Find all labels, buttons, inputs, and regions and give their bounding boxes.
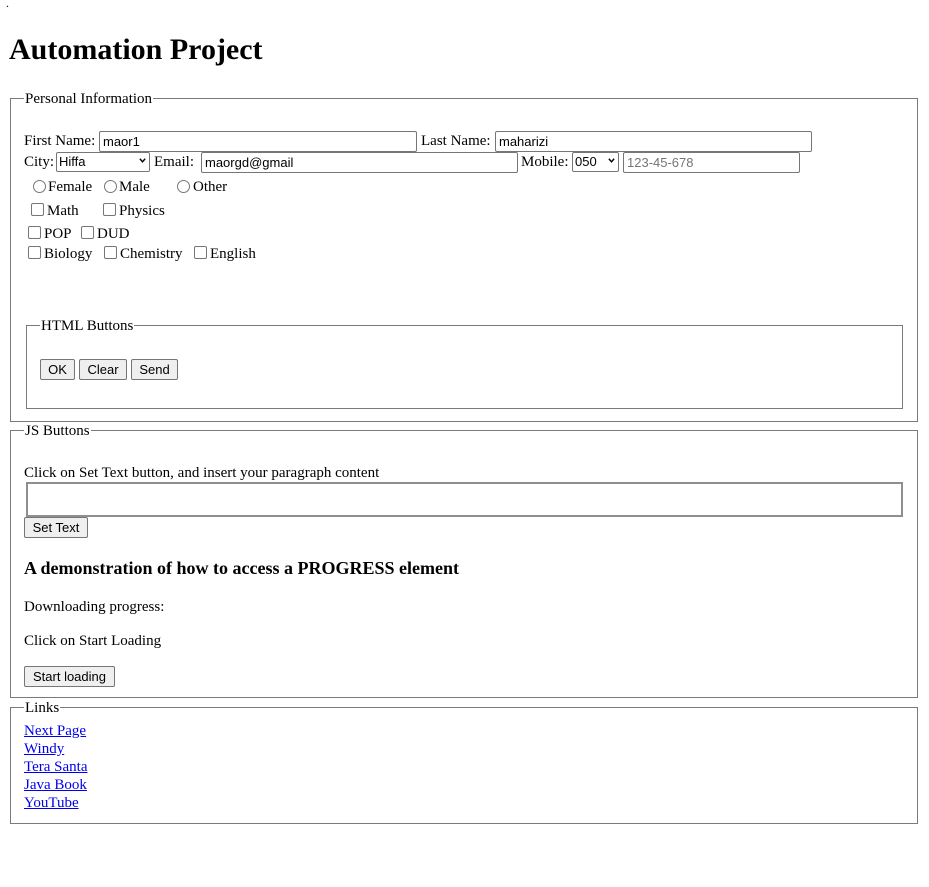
start-loading-hint: Click on Start Loading [24,633,162,649]
personal-information-legend: Personal Information [24,91,154,107]
english-label: English [210,246,256,262]
mobile-prefix-select[interactable]: 050 [572,152,619,172]
gender-other-label: Other [193,179,228,195]
pop-checkbox[interactable] [28,226,41,239]
city-selected-value: Hiffa [59,154,86,169]
paragraph-content-box[interactable] [26,482,903,517]
links-legend: Links [24,700,61,716]
top-marker: . [6,0,9,10]
link-java-book[interactable]: Java Book [24,776,87,794]
chevron-down-icon [608,158,615,163]
set-text-instruction: Click on Set Text button, and insert you… [24,465,380,481]
math-label: Math [47,203,79,219]
gender-female-radio[interactable] [33,180,46,193]
chevron-down-icon [139,158,146,163]
page-title: Automation Project [9,33,263,66]
mobile-label: Mobile: [521,154,569,170]
links-fieldset: Links [10,700,918,824]
link-windy[interactable]: Windy [24,740,64,758]
first-name-input[interactable]: maor1 [99,131,417,152]
send-button[interactable]: Send [131,359,178,380]
gender-female-label: Female [48,179,93,195]
html-buttons-legend: HTML Buttons [40,318,135,334]
progress-heading: A demonstration of how to access a PROGR… [24,558,459,578]
link-youtube[interactable]: YouTube [24,794,79,812]
clear-button[interactable]: Clear [79,359,127,380]
js-buttons-legend: JS Buttons [24,423,91,439]
downloading-progress-label: Downloading progress: [24,599,165,615]
email-label: Email: [154,154,194,170]
email-input[interactable]: maorgd@gmail [201,152,518,173]
last-name-label: Last Name: [421,133,491,149]
math-checkbox[interactable] [31,203,44,216]
city-select[interactable]: Hiffa [56,152,150,172]
dud-label: DUD [97,226,130,242]
chemistry-checkbox[interactable] [104,246,117,259]
dud-checkbox[interactable] [81,226,94,239]
ok-button[interactable]: OK [40,359,75,380]
physics-checkbox[interactable] [103,203,116,216]
pop-label: POP [44,226,72,242]
gender-male-radio[interactable] [104,180,117,193]
gender-other-radio[interactable] [177,180,190,193]
biology-label: Biology [44,246,93,262]
set-text-button[interactable]: Set Text [24,517,88,538]
link-next-page[interactable]: Next Page [24,722,86,740]
start-loading-button[interactable]: Start loading [24,666,115,687]
physics-label: Physics [119,203,165,219]
biology-checkbox[interactable] [28,246,41,259]
english-checkbox[interactable] [194,246,207,259]
mobile-prefix-value: 050 [575,154,597,169]
city-label: City: [24,154,55,170]
first-name-label: First Name: [24,133,96,149]
mobile-number-input[interactable]: 123-45-678 [623,152,800,173]
last-name-input[interactable]: maharizi [495,131,812,152]
gender-male-label: Male [119,179,150,195]
link-tera-santa[interactable]: Tera Santa [24,758,88,776]
chemistry-label: Chemistry [120,246,183,262]
